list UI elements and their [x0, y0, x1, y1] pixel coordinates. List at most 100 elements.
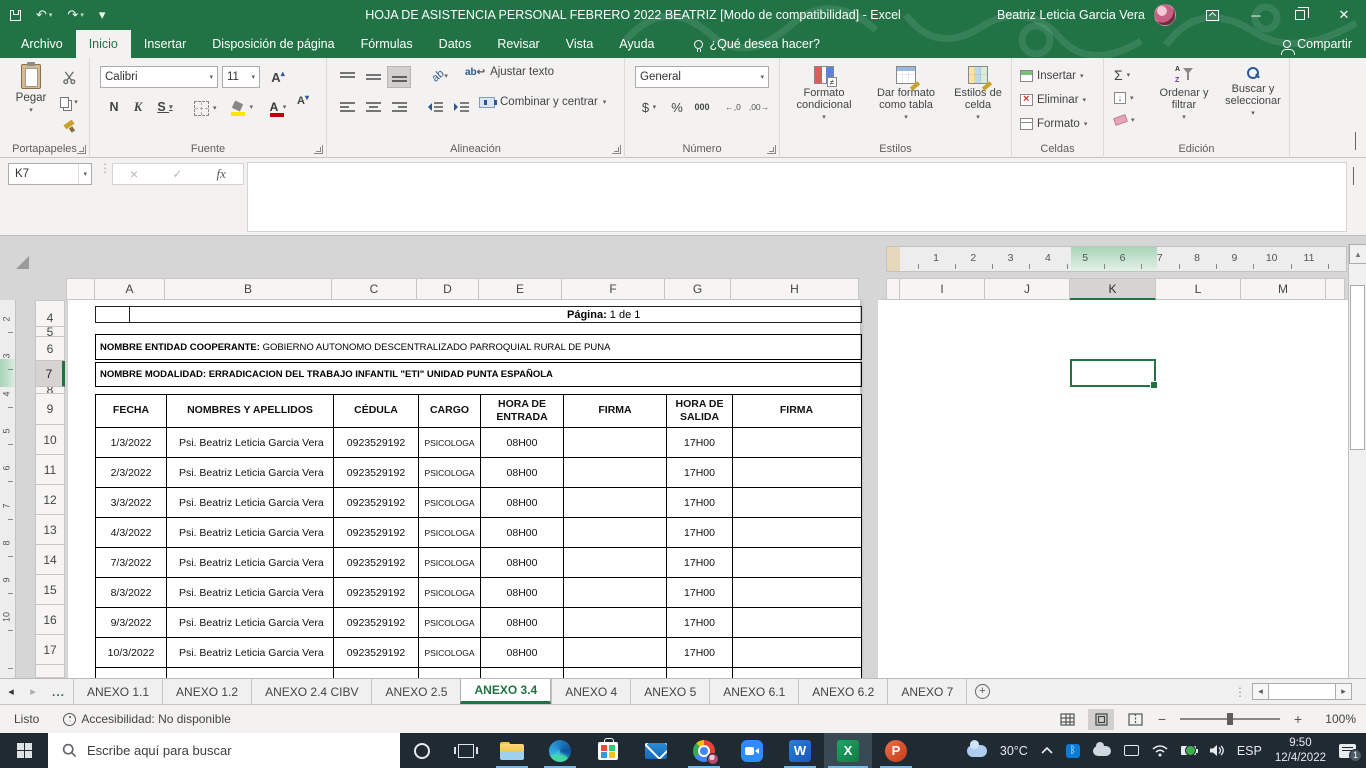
user-avatar[interactable] [1154, 4, 1176, 26]
attendance-cell[interactable] [563, 638, 666, 667]
tabbar-resizer[interactable]: ⋮ [1234, 679, 1252, 704]
doc-entity-row[interactable]: NOMBRE ENTIDAD COOPERANTE: GOBIERNO AUTO… [95, 334, 862, 360]
clear-button[interactable]: ▾ [1113, 114, 1135, 126]
attendance-cell[interactable]: 10/3/2022 [96, 638, 166, 667]
cast-icon[interactable] [1123, 745, 1139, 756]
close-icon[interactable]: ✕ [1322, 0, 1366, 30]
sheet-tab-anexo-7[interactable]: ANEXO 7 [887, 679, 968, 704]
attendance-cell[interactable] [563, 488, 666, 517]
row-header-4[interactable]: 4 [35, 300, 65, 327]
column-header-e[interactable]: E [479, 278, 562, 300]
attendance-cell[interactable]: 4/3/2022 [96, 518, 166, 547]
attendance-cell[interactable] [732, 518, 860, 547]
taskbar-excel[interactable]: X [824, 733, 872, 768]
name-box[interactable]: K7 ▾ [8, 163, 92, 185]
sheet-tab-anexo-4[interactable]: ANEXO 4 [551, 679, 630, 704]
column-header-m[interactable]: M [1241, 278, 1326, 300]
zoom-slider-thumb[interactable] [1227, 713, 1233, 725]
attendance-cell[interactable]: 08H00 [480, 668, 563, 678]
underline-button[interactable]: S ▾ [150, 96, 180, 118]
font-dialog-launcher-icon[interactable] [314, 145, 323, 154]
zoom-out-icon[interactable]: − [1156, 711, 1168, 727]
increase-decimal-button[interactable]: ←,0 [721, 96, 745, 118]
insert-function-icon[interactable]: fx [217, 166, 226, 182]
attendance-cell[interactable] [563, 668, 666, 678]
attendance-cell[interactable]: 08H00 [480, 458, 563, 487]
row-header-11[interactable]: 11 [35, 455, 65, 485]
taskbar-powerpoint[interactable]: P [872, 733, 920, 768]
attendance-cell[interactable]: Psi. Beatriz Leticia Garcia Vera [166, 668, 333, 678]
cell-styles-button[interactable]: Estilos de celda ▾ [950, 66, 1006, 121]
scroll-up-icon[interactable]: ▲ [1349, 244, 1366, 264]
share-button[interactable]: Compartir [1281, 30, 1352, 58]
vertical-scroll-thumb[interactable] [1350, 285, 1365, 450]
attendance-cell[interactable] [563, 518, 666, 547]
zoom-in-icon[interactable]: + [1292, 711, 1304, 727]
attendance-cell[interactable]: 0923529192 [333, 518, 418, 547]
attendance-cell[interactable]: Psi. Beatriz Leticia Garcia Vera [166, 488, 333, 517]
language-indicator[interactable]: ESP [1237, 744, 1262, 758]
account-name[interactable]: Beatriz Leticia Garcia Vera [997, 8, 1145, 22]
row-header-15[interactable]: 15 [35, 575, 65, 605]
format-cells-button[interactable]: Formato ▾ [1020, 118, 1087, 130]
cortana-button[interactable] [400, 733, 444, 768]
attendance-cell[interactable]: 17H00 [666, 608, 732, 637]
attendance-cell[interactable]: PSICOLOGA [418, 548, 480, 577]
onedrive-icon[interactable] [1092, 741, 1111, 756]
increase-indent-button[interactable] [449, 96, 473, 118]
decrease-font-size-button[interactable]: A ▾ [292, 90, 314, 112]
taskbar-file-explorer[interactable] [488, 733, 536, 768]
attendance-cell[interactable]: Psi. Beatriz Leticia Garcia Vera [166, 608, 333, 637]
undo-icon[interactable]: ↶ ▾ [36, 7, 52, 23]
row-header-16[interactable]: 16 [35, 605, 65, 635]
font-family-select[interactable]: Calibri ▾ [100, 66, 218, 88]
attendance-cell[interactable] [563, 458, 666, 487]
attendance-cell[interactable]: 1/3/2022 [96, 428, 166, 457]
comma-format-button[interactable]: 000 [689, 96, 715, 118]
decrease-decimal-button[interactable]: ,00→ [747, 96, 771, 118]
alignment-dialog-launcher-icon[interactable] [612, 145, 621, 154]
taskbar-edge[interactable] [536, 733, 584, 768]
collapse-ribbon-icon[interactable] [1355, 132, 1356, 151]
attendance-cell[interactable]: Psi. Beatriz Leticia Garcia Vera [166, 458, 333, 487]
page-2[interactable] [878, 300, 1348, 678]
clock[interactable]: 9:50 12/4/2022 [1275, 736, 1326, 765]
save-icon[interactable] [10, 9, 21, 21]
attendance-cell[interactable] [732, 578, 860, 607]
attendance-cell[interactable]: PSICOLOGA [418, 578, 480, 607]
attendance-cell[interactable]: 08H00 [480, 578, 563, 607]
wifi-icon[interactable] [1152, 744, 1168, 757]
sort-filter-button[interactable]: AZ Ordenar y filtrar ▾ [1152, 66, 1216, 121]
ribbon-tab-disposicion-de-pagina[interactable]: Disposición de página [199, 30, 347, 58]
sheet-tab-anexo-5[interactable]: ANEXO 5 [630, 679, 709, 704]
normal-view-button[interactable] [1054, 709, 1080, 730]
attendance-cell[interactable] [732, 668, 860, 678]
vertical-scrollbar[interactable]: ▲ [1348, 244, 1366, 678]
column-header-c[interactable]: C [332, 278, 417, 300]
notification-center-icon[interactable]: 1 [1339, 743, 1362, 762]
taskbar-mail[interactable] [632, 733, 680, 768]
task-view-button[interactable] [444, 733, 488, 768]
attendance-row[interactable]: 3/3/2022 Psi. Beatriz Leticia Garcia Vera… [96, 487, 861, 517]
attendance-cell[interactable]: PSICOLOGA [418, 608, 480, 637]
wrap-text-button[interactable]: ab↩ Ajustar texto [465, 66, 554, 78]
restore-icon[interactable] [1278, 0, 1322, 30]
start-button[interactable] [0, 733, 48, 768]
attendance-cell[interactable]: 0923529192 [333, 668, 418, 678]
doc-modality-row[interactable]: NOMBRE MODALIDAD: ERRADICACION DEL TRABA… [95, 362, 862, 387]
attendance-cell[interactable]: 0923529192 [333, 578, 418, 607]
attendance-row[interactable]: 2/3/2022 Psi. Beatriz Leticia Garcia Vera… [96, 457, 861, 487]
taskbar-word[interactable]: W [776, 733, 824, 768]
increase-font-size-button[interactable]: A ▴ [266, 66, 290, 88]
attendance-cell[interactable]: PSICOLOGA [418, 668, 480, 678]
italic-button[interactable]: K [128, 96, 148, 118]
align-right-button[interactable] [387, 96, 411, 118]
align-left-button[interactable] [335, 96, 359, 118]
taskbar-zoom[interactable] [728, 733, 776, 768]
row-header-7[interactable]: 7 [35, 361, 65, 387]
attendance-cell[interactable]: 17H00 [666, 488, 732, 517]
conditional-formatting-button[interactable]: ≠ Formato condicional ▾ [786, 66, 862, 121]
attendance-cell[interactable] [563, 578, 666, 607]
column-header-b[interactable]: B [165, 278, 332, 300]
attendance-cell[interactable]: Psi. Beatriz Leticia Garcia Vera [166, 638, 333, 667]
